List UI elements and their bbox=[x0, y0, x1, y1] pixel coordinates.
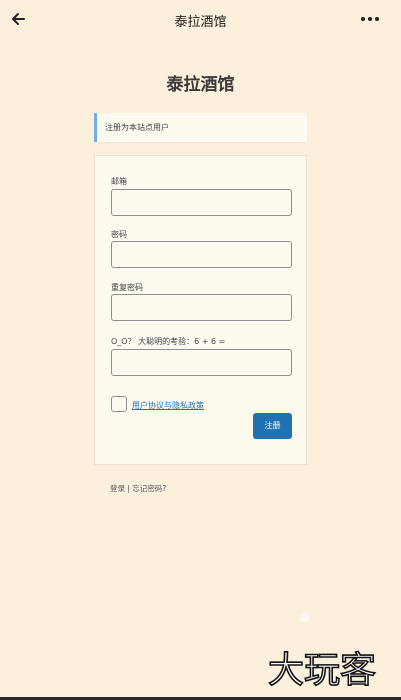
footer-links: 登录 | 忘记密码? bbox=[110, 483, 166, 494]
login-link[interactable]: 登录 bbox=[110, 483, 125, 494]
agreement-link[interactable]: 用户协议与隐私政策 bbox=[132, 400, 204, 411]
top-bar: 泰拉酒馆 bbox=[0, 0, 401, 40]
more-button[interactable] bbox=[359, 10, 381, 28]
repeat-password-label: 重复密码 bbox=[111, 283, 143, 292]
repeat-password-input[interactable] bbox=[111, 294, 292, 321]
svg-text:大玩客: 大玩客 bbox=[268, 650, 376, 690]
footer-separator: | bbox=[127, 484, 130, 493]
forgot-password-link[interactable]: 忘记密码? bbox=[132, 483, 166, 494]
register-button[interactable]: 注册 bbox=[253, 413, 292, 439]
site-title: 泰拉酒馆 bbox=[166, 75, 235, 95]
password-input[interactable] bbox=[111, 241, 292, 268]
agreement-checkbox[interactable] bbox=[111, 396, 127, 412]
watermark-stamp: ● bbox=[296, 608, 314, 626]
email-label: 邮箱 bbox=[111, 177, 127, 186]
register-notice: 注册为本站点用户 bbox=[94, 113, 307, 142]
watermark-logo: 大玩客 bbox=[268, 648, 393, 690]
email-input[interactable] bbox=[111, 189, 292, 216]
page-title: 泰拉酒馆 bbox=[174, 15, 227, 30]
captcha-label: O_O？ 大聪明的考验：6 + 6 = bbox=[111, 337, 226, 346]
password-label: 密码 bbox=[111, 230, 127, 239]
register-form: 邮箱 密码 重复密码 O_O？ 大聪明的考验：6 + 6 = 用户协议与隐私政策… bbox=[94, 155, 307, 465]
more-dots-icon bbox=[361, 17, 379, 21]
captcha-input[interactable] bbox=[111, 349, 292, 376]
page: 泰拉酒馆 泰拉酒馆 注册为本站点用户 邮箱 密码 重复密码 O_O？ 大聪明的考… bbox=[0, 0, 401, 700]
